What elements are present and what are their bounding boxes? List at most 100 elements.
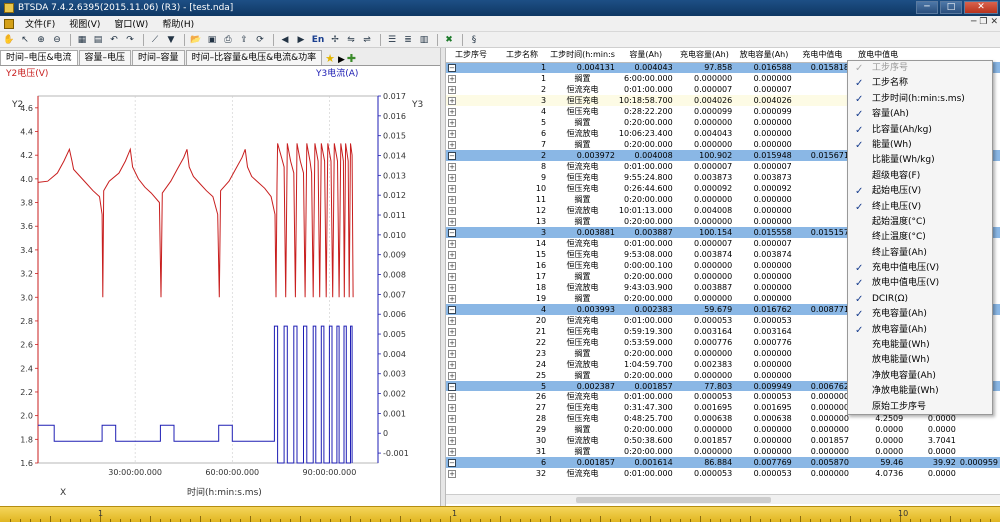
calc-icon[interactable]: § — [467, 33, 481, 46]
column-menu-item[interactable]: ✓ 终止电压(V) — [848, 200, 992, 215]
scrollbar-thumb[interactable] — [576, 497, 771, 503]
column-menu-item[interactable]: 终止温度(°C) — [848, 230, 992, 245]
expand-cell[interactable]: + — [446, 260, 496, 271]
axis-icon[interactable]: ⟋ — [148, 33, 162, 46]
expand-icon[interactable]: + — [448, 184, 456, 193]
close-button[interactable]: ✕ — [964, 1, 998, 14]
print-icon[interactable]: ⎙ — [221, 33, 235, 46]
expand-icon[interactable]: + — [448, 426, 456, 435]
expand-icon[interactable]: + — [448, 129, 456, 138]
expand-cell[interactable]: + — [446, 194, 496, 205]
filter-icon[interactable]: ▼ — [164, 33, 178, 46]
collapse-icon[interactable]: − — [448, 305, 456, 314]
voltage-current-chart[interactable]: Y2电压(V) Y3电流(A) Y2 Y3 X 时间(h:min:s.ms) 3… — [0, 66, 440, 506]
column-menu-item[interactable]: ✓ 起始电压(V) — [848, 184, 992, 199]
expand-cell[interactable]: − — [446, 149, 496, 161]
col-header-discharge-capacity[interactable]: 放电容量(Ah) — [734, 48, 794, 63]
expand-icon[interactable]: + — [448, 415, 456, 424]
column-menu-item[interactable]: 充电能量(Wh) — [848, 338, 992, 353]
expand-cell[interactable]: − — [446, 62, 496, 73]
expand-cell[interactable]: − — [446, 303, 496, 315]
tab-time-voltage-current[interactable]: 时间–电压&电流 — [0, 50, 78, 65]
expand-icon[interactable]: + — [448, 162, 456, 171]
expand-cell[interactable]: + — [446, 326, 496, 337]
expand-cell[interactable]: + — [446, 238, 496, 249]
column-menu-item[interactable]: 净放电能量(Wh) — [848, 384, 992, 399]
column-menu-item[interactable]: 起始温度(°C) — [848, 215, 992, 230]
expand-icon[interactable]: + — [448, 360, 456, 369]
expand-icon[interactable]: + — [448, 338, 456, 347]
expand-icon[interactable]: + — [448, 206, 456, 215]
expand-cell[interactable]: + — [446, 424, 496, 435]
cycle-row[interactable]: − 6 0.001857 0.001614 86.884 0.007769 0.005870… — [446, 457, 1000, 469]
column-menu-item[interactable]: ✓ 能量(Wh) — [848, 138, 992, 153]
grid-icon[interactable]: ▦ — [75, 33, 89, 46]
export-icon[interactable]: ⇪ — [237, 33, 251, 46]
column-menu-item[interactable]: ✓ 工步名称 — [848, 76, 992, 91]
column-menu-item[interactable]: ✓ 工步时间(h:min:s.ms) — [848, 92, 992, 107]
column-menu-item[interactable]: ✓ 容量(Ah) — [848, 107, 992, 122]
hand-icon[interactable]: ✋ — [2, 33, 16, 46]
expand-cell[interactable]: + — [446, 172, 496, 183]
step-row[interactable]: +31 搁置 0:20:00.000 0.000000 0.000000 0.000000… — [446, 446, 1000, 457]
expand-icon[interactable]: + — [448, 349, 456, 358]
expand-icon[interactable]: + — [448, 327, 456, 336]
expand-cell[interactable]: + — [446, 84, 496, 95]
layout3-icon[interactable]: ▥ — [417, 33, 431, 46]
favorite-star-icon[interactable]: ★ — [325, 52, 335, 65]
collapse-icon[interactable]: − — [448, 459, 456, 468]
column-menu-item[interactable]: 原始工步序号 — [848, 400, 992, 415]
add-chart-icon[interactable]: ✚ — [347, 52, 356, 65]
expand-cell[interactable]: + — [446, 293, 496, 304]
col-header-step-time[interactable]: 工步时间(h:min:s — [548, 48, 617, 63]
column-menu-item[interactable]: 终止容量(Ah) — [848, 246, 992, 261]
expand-icon[interactable]: + — [448, 294, 456, 303]
column-menu-item[interactable]: ✓ 放电容量(Ah) — [848, 323, 992, 338]
expand-icon[interactable]: + — [448, 371, 456, 380]
maximize-button[interactable]: □ — [940, 1, 962, 14]
expand-icon[interactable]: + — [448, 140, 456, 149]
timeline-bar[interactable]: 1 1 10 — [0, 506, 1000, 522]
pin-icon[interactable]: ✢ — [328, 33, 342, 46]
expand-cell[interactable]: − — [446, 226, 496, 238]
tab-time-capacity[interactable]: 时间–容量 — [132, 50, 185, 65]
mdi-restore-button[interactable]: ❐ — [979, 17, 987, 27]
expand-icon[interactable]: + — [448, 217, 456, 226]
tab-scroll-right-icon[interactable]: ▶ — [338, 55, 345, 65]
expand-cell[interactable]: + — [446, 73, 496, 84]
pointer-icon[interactable]: ↖ — [18, 33, 32, 46]
column-menu-item[interactable]: 比能量(Wh/kg) — [848, 153, 992, 168]
expand-icon[interactable]: + — [448, 96, 456, 105]
tab-capacity-voltage[interactable]: 容量–电压 — [78, 50, 132, 65]
menu-window[interactable]: 窗口(W) — [107, 17, 155, 30]
mdi-minimize-button[interactable]: ─ — [971, 17, 976, 27]
expand-cell[interactable]: + — [446, 249, 496, 260]
column-menu-item[interactable]: 放电能量(Wh) — [848, 353, 992, 368]
expand-cell[interactable]: + — [446, 271, 496, 282]
expand-icon[interactable]: + — [448, 74, 456, 83]
collapse-icon[interactable]: − — [448, 64, 456, 73]
open-icon[interactable]: 📂 — [189, 33, 203, 46]
expand-cell[interactable]: + — [446, 359, 496, 370]
expand-cell[interactable]: + — [446, 468, 496, 479]
expand-cell[interactable]: + — [446, 348, 496, 359]
col-header-step-name[interactable]: 工步名称 — [495, 48, 549, 63]
col-header-charge-capacity[interactable]: 充电容量(Ah) — [674, 48, 735, 63]
expand-cell[interactable]: + — [446, 161, 496, 172]
expand-icon[interactable]: + — [448, 448, 456, 457]
column-menu-item[interactable]: ✓ DCIR(Ω) — [848, 292, 992, 307]
expand-cell[interactable]: + — [446, 117, 496, 128]
expand-icon[interactable]: + — [448, 283, 456, 292]
expand-cell[interactable]: + — [446, 402, 496, 413]
expand-icon[interactable]: + — [448, 239, 456, 248]
collapse-icon[interactable]: − — [448, 382, 456, 391]
expand-cell[interactable]: + — [446, 106, 496, 117]
expand-icon[interactable]: + — [448, 470, 456, 479]
horizontal-scrollbar[interactable] — [446, 494, 1000, 504]
column-menu-item[interactable]: 净放电容量(Ah) — [848, 369, 992, 384]
collapse-icon[interactable]: − — [448, 228, 456, 237]
minimize-button[interactable]: ─ — [916, 1, 938, 14]
expand-icon[interactable]: + — [448, 316, 456, 325]
document-icon[interactable] — [4, 18, 14, 29]
expand-cell[interactable]: + — [446, 183, 496, 194]
